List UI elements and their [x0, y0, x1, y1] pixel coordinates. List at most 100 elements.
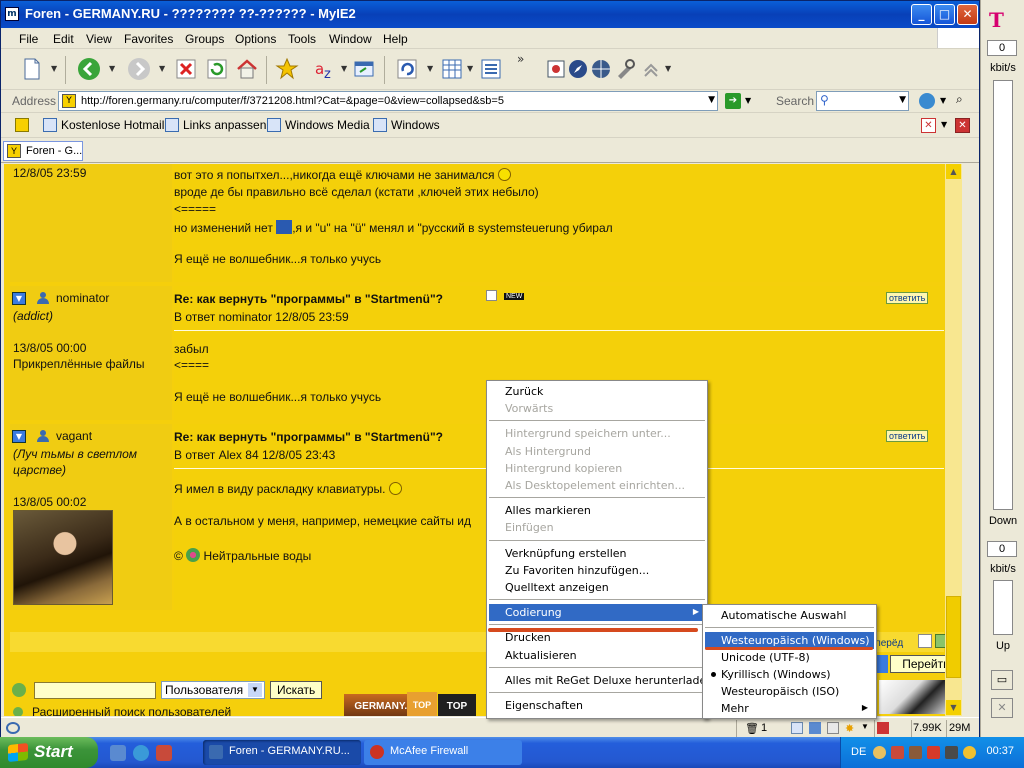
compass-icon[interactable]	[566, 56, 587, 82]
favorites-star-icon[interactable]	[274, 56, 300, 82]
top-counter-banner[interactable]: TOP	[438, 694, 476, 716]
forward-icon[interactable]	[126, 56, 152, 82]
chevron-down-icon[interactable]: ▼	[427, 64, 433, 73]
globe-icon[interactable]	[589, 56, 610, 82]
menu-item[interactable]: Alles mit ReGet Deluxe herunterladen	[489, 672, 713, 689]
menu-item[interactable]: Alles markieren	[489, 502, 705, 519]
window-icon[interactable]	[351, 56, 377, 82]
app-icon[interactable]: m	[5, 7, 19, 21]
globe-search-icon[interactable]	[919, 93, 935, 109]
meter-window-button[interactable]: ▭	[991, 670, 1013, 690]
tray-network-icon[interactable]	[891, 746, 904, 759]
close-tab-icon[interactable]: ✕	[921, 118, 936, 133]
close-all-icon[interactable]: ✕	[955, 118, 970, 133]
menu-item[interactable]: Zu Favoriten hinzufügen...	[489, 562, 705, 579]
post-author[interactable]: nominator	[56, 291, 109, 305]
menu-options[interactable]: Options	[235, 32, 276, 46]
top-banner[interactable]: TOP	[407, 692, 437, 716]
security-icon[interactable]	[877, 722, 889, 734]
tray-volume-icon[interactable]	[945, 746, 958, 759]
address-url[interactable]: http://foren.germany.ru/computer/f/37212…	[81, 95, 504, 107]
chevron-down-icon[interactable]: ▼	[899, 95, 906, 105]
chevron-down-icon[interactable]: ▼	[708, 95, 715, 105]
vertical-scrollbar[interactable]: ▲ ▼	[945, 164, 962, 716]
maximize-button[interactable]: □	[934, 4, 955, 25]
quicklaunch-desktop-icon[interactable]	[110, 745, 126, 761]
checkbox-icon[interactable]	[486, 290, 497, 301]
scroll-thumb[interactable]	[946, 596, 961, 678]
refresh-icon[interactable]	[204, 56, 230, 82]
back-icon[interactable]	[76, 56, 102, 82]
chevron-down-icon[interactable]: ▼	[745, 96, 751, 105]
menu-item[interactable]: Codierung ▶	[489, 604, 705, 622]
new-page-icon[interactable]	[19, 56, 45, 82]
link-windows-media[interactable]: Windows Media	[267, 118, 370, 132]
post-author[interactable]: vagant	[56, 429, 92, 443]
meter-close-button[interactable]: ✕	[991, 698, 1013, 718]
user-search-select[interactable]: Пользователя ▼	[161, 681, 265, 699]
chevron-down-icon[interactable]: ▼	[941, 120, 947, 129]
scroll-up-icon[interactable]: ▲	[946, 164, 961, 179]
tools-icon[interactable]	[613, 56, 635, 82]
post-attachments-link[interactable]: Прикреплённые файлы	[13, 357, 145, 371]
menu-help[interactable]: Help	[383, 32, 408, 46]
tray-app-icon[interactable]	[909, 746, 922, 759]
menu-edit[interactable]: Edit	[53, 32, 74, 46]
trash-icon[interactable]: 🗑	[745, 722, 759, 735]
chevron-down-icon[interactable]: ▼	[341, 64, 347, 73]
chevron-down-icon[interactable]: ▼	[159, 64, 165, 73]
list-icon[interactable]	[478, 56, 504, 82]
menu-item[interactable]: Verknüpfung erstellen	[489, 545, 705, 562]
ad-image[interactable]	[879, 680, 954, 714]
scroll-down-icon[interactable]: ▼	[946, 700, 961, 715]
menu-item[interactable]: Zurück	[489, 383, 705, 400]
link-hotmail[interactable]: Kostenlose Hotmail	[43, 118, 164, 132]
menu-tools[interactable]: Tools	[288, 32, 316, 46]
chevron-down-icon[interactable]: ▼	[109, 64, 115, 73]
language-indicator[interactable]: DE	[851, 746, 866, 758]
collapse-icon[interactable]	[639, 56, 658, 82]
brush-icon[interactable]	[809, 722, 821, 734]
task-mcafee[interactable]: McAfee Firewall	[364, 740, 522, 765]
collapse-post-icon[interactable]: ▼	[12, 430, 26, 443]
popup-icon[interactable]	[791, 722, 803, 734]
chevron-down-icon[interactable]: ▼	[665, 64, 671, 73]
menu-item[interactable]: Mehr ▶	[705, 700, 874, 717]
quicklaunch-media-icon[interactable]	[156, 745, 172, 761]
menu-window[interactable]: Window	[329, 32, 372, 46]
sun-icon[interactable]: ✸	[845, 722, 854, 735]
task-browser[interactable]: Foren - GERMANY.RU...	[203, 740, 361, 765]
chevron-down-icon[interactable]: ▼	[861, 722, 869, 731]
list-view-icon[interactable]	[918, 634, 932, 648]
close-button[interactable]: ✕	[957, 4, 978, 25]
undo-icon[interactable]	[394, 56, 420, 82]
menu-item[interactable]: Quelltext anzeigen	[489, 579, 705, 596]
search-input[interactable]: ⚲ ▼	[816, 91, 909, 111]
reply-button[interactable]: ответить	[886, 292, 929, 304]
toolbar-more-button[interactable]: »	[517, 52, 524, 66]
menu-groups[interactable]: Groups	[185, 32, 224, 46]
collapse-post-icon[interactable]: ▼	[12, 292, 26, 305]
stop-icon[interactable]	[173, 56, 199, 82]
tray-update-icon[interactable]	[963, 746, 976, 759]
reply-button[interactable]: ответить	[886, 430, 929, 442]
advanced-search-link[interactable]: Расширенный поиск пользователей	[13, 705, 231, 716]
quick-icon[interactable]	[544, 56, 565, 82]
menu-item[interactable]: Kyrillisch (Windows)	[705, 666, 874, 683]
user-search-input[interactable]	[34, 682, 156, 699]
title-bar[interactable]: m Foren - GERMANY.RU - ???????? ??-?????…	[1, 1, 979, 28]
quicklaunch-ie-icon[interactable]	[133, 745, 149, 761]
home-icon[interactable]	[234, 56, 260, 82]
translate-icon[interactable]: az	[312, 56, 338, 82]
menu-view[interactable]: View	[86, 32, 112, 46]
grid-icon[interactable]	[439, 56, 465, 82]
tab-foren[interactable]: Y Foren - G...	[3, 141, 83, 161]
search-options-icon[interactable]: ⌕	[956, 92, 963, 107]
image-icon[interactable]	[827, 722, 839, 734]
address-input[interactable]: Y http://foren.germany.ru/computer/f/372…	[58, 91, 718, 111]
link-customize[interactable]: Links anpassen	[165, 118, 266, 132]
menu-item[interactable]: Automatische Auswahl	[705, 607, 874, 624]
start-button[interactable]: Start	[0, 737, 98, 768]
chevron-down-icon[interactable]: ▼	[51, 64, 57, 73]
menu-item[interactable]: Eigenschaften	[489, 697, 705, 714]
